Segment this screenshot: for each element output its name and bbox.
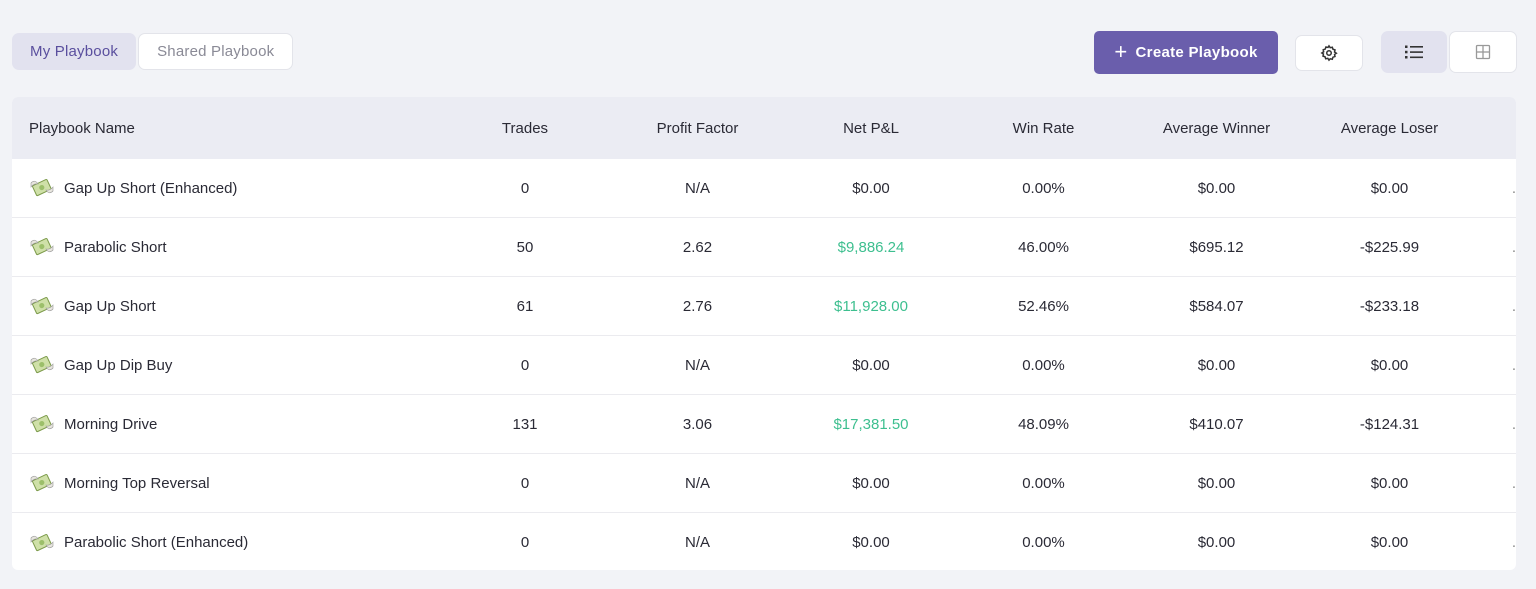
trades-cell: 131 xyxy=(512,415,538,433)
table-row[interactable]: Gap Up Short 61 2.76 $11,928.00 52.46% $… xyxy=(12,277,1516,336)
settings-button[interactable] xyxy=(1295,35,1363,71)
money-with-wings-icon xyxy=(30,533,54,551)
money-with-wings-icon xyxy=(30,238,54,256)
average-winner-cell: $0.00 xyxy=(1197,534,1236,551)
header-average-winner[interactable]: Average Winner xyxy=(1130,120,1303,137)
average-loser-cell: $0.00 xyxy=(1370,356,1409,374)
grid-view-button[interactable] xyxy=(1449,31,1517,73)
gear-icon xyxy=(1320,44,1338,62)
header-profit-factor[interactable]: Profit Factor xyxy=(610,120,785,137)
view-toggle xyxy=(1381,31,1517,74)
net-pnl-cell: $0.00 xyxy=(852,356,890,374)
row-overflow-indicator: . xyxy=(1511,297,1516,315)
playbook-name: Gap Up Short xyxy=(64,297,156,315)
win-rate-cell: 46.00% xyxy=(1018,238,1069,256)
header-win-rate[interactable]: Win Rate xyxy=(957,120,1130,137)
average-winner-cell: $0.00 xyxy=(1197,474,1236,492)
table-header: Playbook Name Trades Profit Factor Net P… xyxy=(12,97,1516,159)
average-loser-cell: -$233.18 xyxy=(1359,297,1420,315)
row-overflow-indicator: . xyxy=(1511,179,1516,197)
net-pnl-cell: $0.00 xyxy=(852,474,890,492)
row-overflow-indicator: . xyxy=(1511,474,1516,492)
average-loser-cell: -$124.31 xyxy=(1359,415,1420,433)
profit-factor-cell: N/A xyxy=(684,474,710,492)
profit-factor-cell: N/A xyxy=(684,179,710,197)
profit-factor-cell: N/A xyxy=(684,534,710,551)
plus-icon: + xyxy=(1114,38,1128,64)
average-winner-cell: $584.07 xyxy=(1189,297,1244,315)
win-rate-cell: 0.00% xyxy=(1022,474,1065,492)
trades-cell: 0 xyxy=(520,356,530,374)
win-rate-cell: 48.09% xyxy=(1018,415,1069,433)
money-with-wings-icon xyxy=(30,356,54,374)
playbook-toolbar: My Playbook Shared Playbook + Create Pla… xyxy=(0,0,1536,97)
win-rate-cell: 0.00% xyxy=(1022,356,1065,374)
money-with-wings-icon xyxy=(30,297,54,315)
money-with-wings-icon xyxy=(30,474,54,492)
average-loser-cell: $0.00 xyxy=(1370,474,1409,492)
playbook-name: Morning Top Reversal xyxy=(64,474,210,492)
average-winner-cell: $0.00 xyxy=(1197,356,1236,374)
average-loser-cell: -$225.99 xyxy=(1359,238,1420,256)
playbook-name: Gap Up Short (Enhanced) xyxy=(64,179,238,197)
average-loser-cell: $0.00 xyxy=(1370,179,1409,197)
create-playbook-button[interactable]: + Create Playbook xyxy=(1094,31,1278,74)
table-row[interactable]: Parabolic Short 50 2.62 $9,886.24 46.00%… xyxy=(12,218,1516,277)
average-winner-cell: $695.12 xyxy=(1189,238,1244,256)
create-playbook-label: Create Playbook xyxy=(1135,44,1258,61)
grid-icon xyxy=(1475,44,1491,60)
average-loser-cell: $0.00 xyxy=(1370,534,1409,551)
row-overflow-indicator: . xyxy=(1511,356,1516,374)
row-overflow-indicator: . xyxy=(1511,415,1516,433)
trades-cell: 0 xyxy=(520,179,530,197)
net-pnl-cell: $0.00 xyxy=(852,179,890,197)
money-with-wings-icon xyxy=(30,415,54,433)
tab-shared-playbook[interactable]: Shared Playbook xyxy=(138,33,294,70)
trades-cell: 0 xyxy=(520,474,530,492)
average-winner-cell: $0.00 xyxy=(1197,179,1236,197)
list-icon xyxy=(1405,45,1423,59)
header-trades[interactable]: Trades xyxy=(440,120,610,137)
playbook-table: Playbook Name Trades Profit Factor Net P… xyxy=(12,97,1516,570)
profit-factor-cell: 3.06 xyxy=(682,415,713,433)
table-row[interactable]: Gap Up Dip Buy 0 N/A $0.00 0.00% $0.00 $… xyxy=(12,336,1516,395)
win-rate-cell: 0.00% xyxy=(1022,534,1065,551)
header-average-loser[interactable]: Average Loser xyxy=(1303,120,1476,137)
playbook-name: Gap Up Dip Buy xyxy=(64,356,173,374)
profit-factor-cell: 2.76 xyxy=(682,297,713,315)
list-view-button[interactable] xyxy=(1381,31,1447,73)
net-pnl-cell: $9,886.24 xyxy=(837,238,905,256)
win-rate-cell: 0.00% xyxy=(1022,179,1065,197)
header-playbook-name[interactable]: Playbook Name xyxy=(12,120,440,137)
profit-factor-cell: N/A xyxy=(684,356,710,374)
table-row[interactable]: Morning Drive 131 3.06 $17,381.50 48.09%… xyxy=(12,395,1516,454)
trades-cell: 61 xyxy=(516,297,534,315)
table-body: Gap Up Short (Enhanced) 0 N/A $0.00 0.00… xyxy=(12,159,1516,570)
net-pnl-cell: $17,381.50 xyxy=(833,415,909,433)
profit-factor-cell: 2.62 xyxy=(682,238,713,256)
trades-cell: 0 xyxy=(520,534,530,551)
table-row[interactable]: Morning Top Reversal 0 N/A $0.00 0.00% $… xyxy=(12,454,1516,513)
average-winner-cell: $410.07 xyxy=(1189,415,1244,433)
net-pnl-cell: $0.00 xyxy=(852,534,890,551)
net-pnl-cell: $11,928.00 xyxy=(834,297,908,315)
money-with-wings-icon xyxy=(30,179,54,197)
playbook-name: Parabolic Short (Enhanced) xyxy=(64,534,249,551)
playbook-name: Morning Drive xyxy=(64,415,158,433)
header-net-pnl[interactable]: Net P&L xyxy=(785,120,957,137)
table-row[interactable]: Gap Up Short (Enhanced) 0 N/A $0.00 0.00… xyxy=(12,159,1516,218)
row-overflow-indicator: . xyxy=(1511,534,1516,551)
playbook-name: Parabolic Short xyxy=(64,238,167,256)
table-row[interactable]: Parabolic Short (Enhanced) 0 N/A $0.00 0… xyxy=(12,513,1516,570)
trades-cell: 50 xyxy=(516,238,534,256)
win-rate-cell: 52.46% xyxy=(1018,297,1069,315)
row-overflow-indicator: . xyxy=(1511,238,1516,256)
playbook-tabs: My Playbook Shared Playbook xyxy=(12,33,294,71)
tab-my-playbook[interactable]: My Playbook xyxy=(12,33,137,70)
